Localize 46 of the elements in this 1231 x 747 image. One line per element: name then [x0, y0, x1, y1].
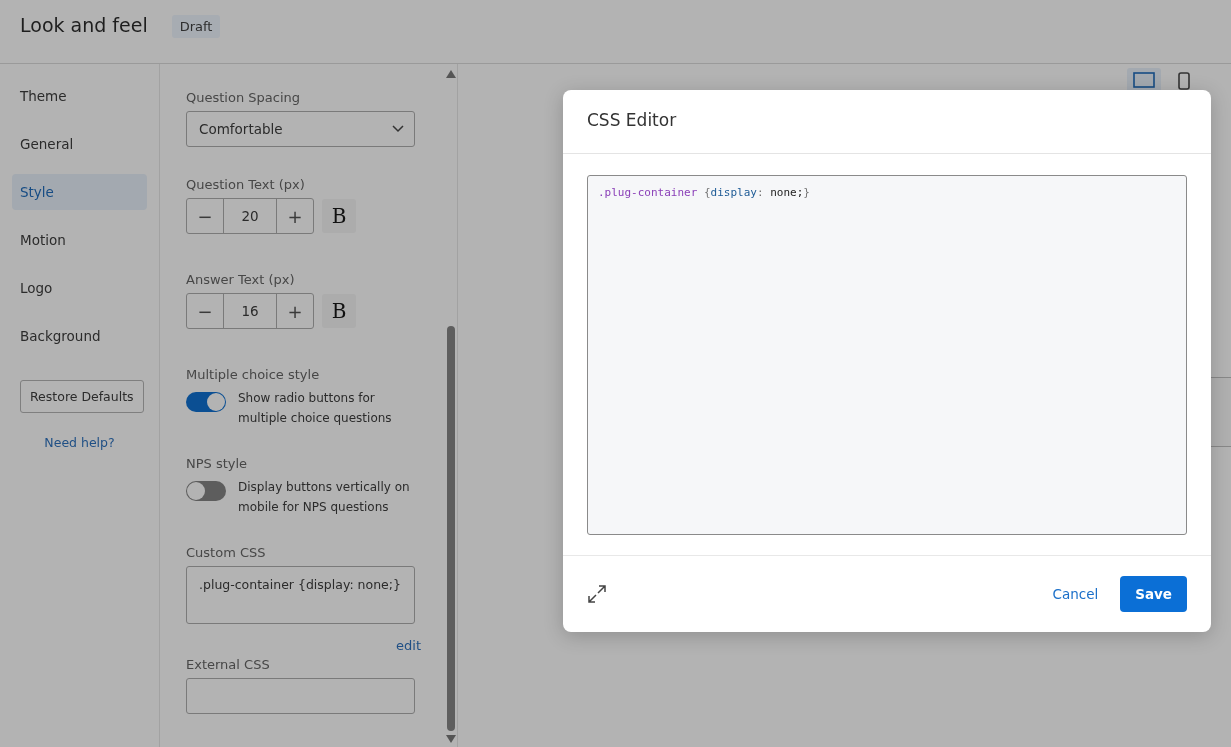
decrement-button[interactable]: − — [187, 199, 223, 233]
custom-css-field[interactable]: .plug-container {display: none;} — [186, 566, 415, 624]
code-editor[interactable]: .plug-container {display: none;} — [587, 175, 1187, 535]
number-stepper[interactable]: − 16 + — [186, 293, 314, 329]
field-label: External CSS — [186, 657, 271, 672]
nav-item[interactable]: Style — [12, 174, 147, 210]
nav-item[interactable]: Motion — [12, 222, 147, 258]
bold-button[interactable]: B — [322, 294, 356, 328]
status-badge: Draft — [171, 15, 221, 38]
toggle-description: Display buttons vertically on mobile for NPS questions — [238, 479, 411, 516]
desktop-icon — [1133, 72, 1155, 90]
nav-item[interactable]: General — [12, 126, 147, 162]
field-label: Question Text (px) — [186, 177, 306, 192]
edit-link[interactable]: edit — [396, 638, 421, 653]
scroll-up-icon[interactable] — [446, 70, 456, 78]
field-label: NPS style — [186, 456, 249, 471]
scrollbar-thumb[interactable] — [447, 326, 455, 731]
increment-button[interactable]: + — [277, 199, 313, 233]
nav-item[interactable]: Theme — [12, 78, 147, 114]
increment-button[interactable]: + — [277, 294, 313, 328]
dialog-title: CSS Editor — [563, 90, 1211, 154]
field-label: Multiple choice style — [186, 367, 321, 382]
nav-item[interactable]: Background — [12, 318, 147, 354]
field-label: Question Spacing — [186, 90, 301, 105]
expand-icon[interactable] — [587, 584, 607, 604]
help-link[interactable]: Need help? — [44, 435, 115, 450]
chevron-down-icon — [392, 125, 404, 133]
scroll-down-icon[interactable] — [446, 735, 456, 743]
phone-icon — [1178, 72, 1190, 90]
toggle-switch[interactable] — [186, 392, 226, 412]
number-stepper[interactable]: − 20 + — [186, 198, 314, 234]
toggle-switch[interactable] — [186, 481, 226, 501]
spacing-dropdown[interactable]: Comfortable — [186, 111, 415, 147]
field-label: Custom CSS — [186, 545, 267, 560]
field-label: Answer Text (px) — [186, 272, 296, 287]
nav-item[interactable]: Logo — [12, 270, 147, 306]
external-css-field[interactable] — [186, 678, 415, 714]
stepper-value: 20 — [223, 199, 277, 233]
toggle-description: Show radio buttons for multiple choice questions — [238, 390, 393, 427]
bold-button[interactable]: B — [322, 199, 356, 233]
page-title: Look and feel — [20, 13, 148, 36]
restore-defaults-button[interactable]: Restore Defaults — [20, 380, 144, 413]
decrement-button[interactable]: − — [187, 294, 223, 328]
save-button[interactable]: Save — [1120, 576, 1187, 612]
cancel-button[interactable]: Cancel — [1052, 580, 1099, 608]
stepper-value: 16 — [223, 294, 277, 328]
